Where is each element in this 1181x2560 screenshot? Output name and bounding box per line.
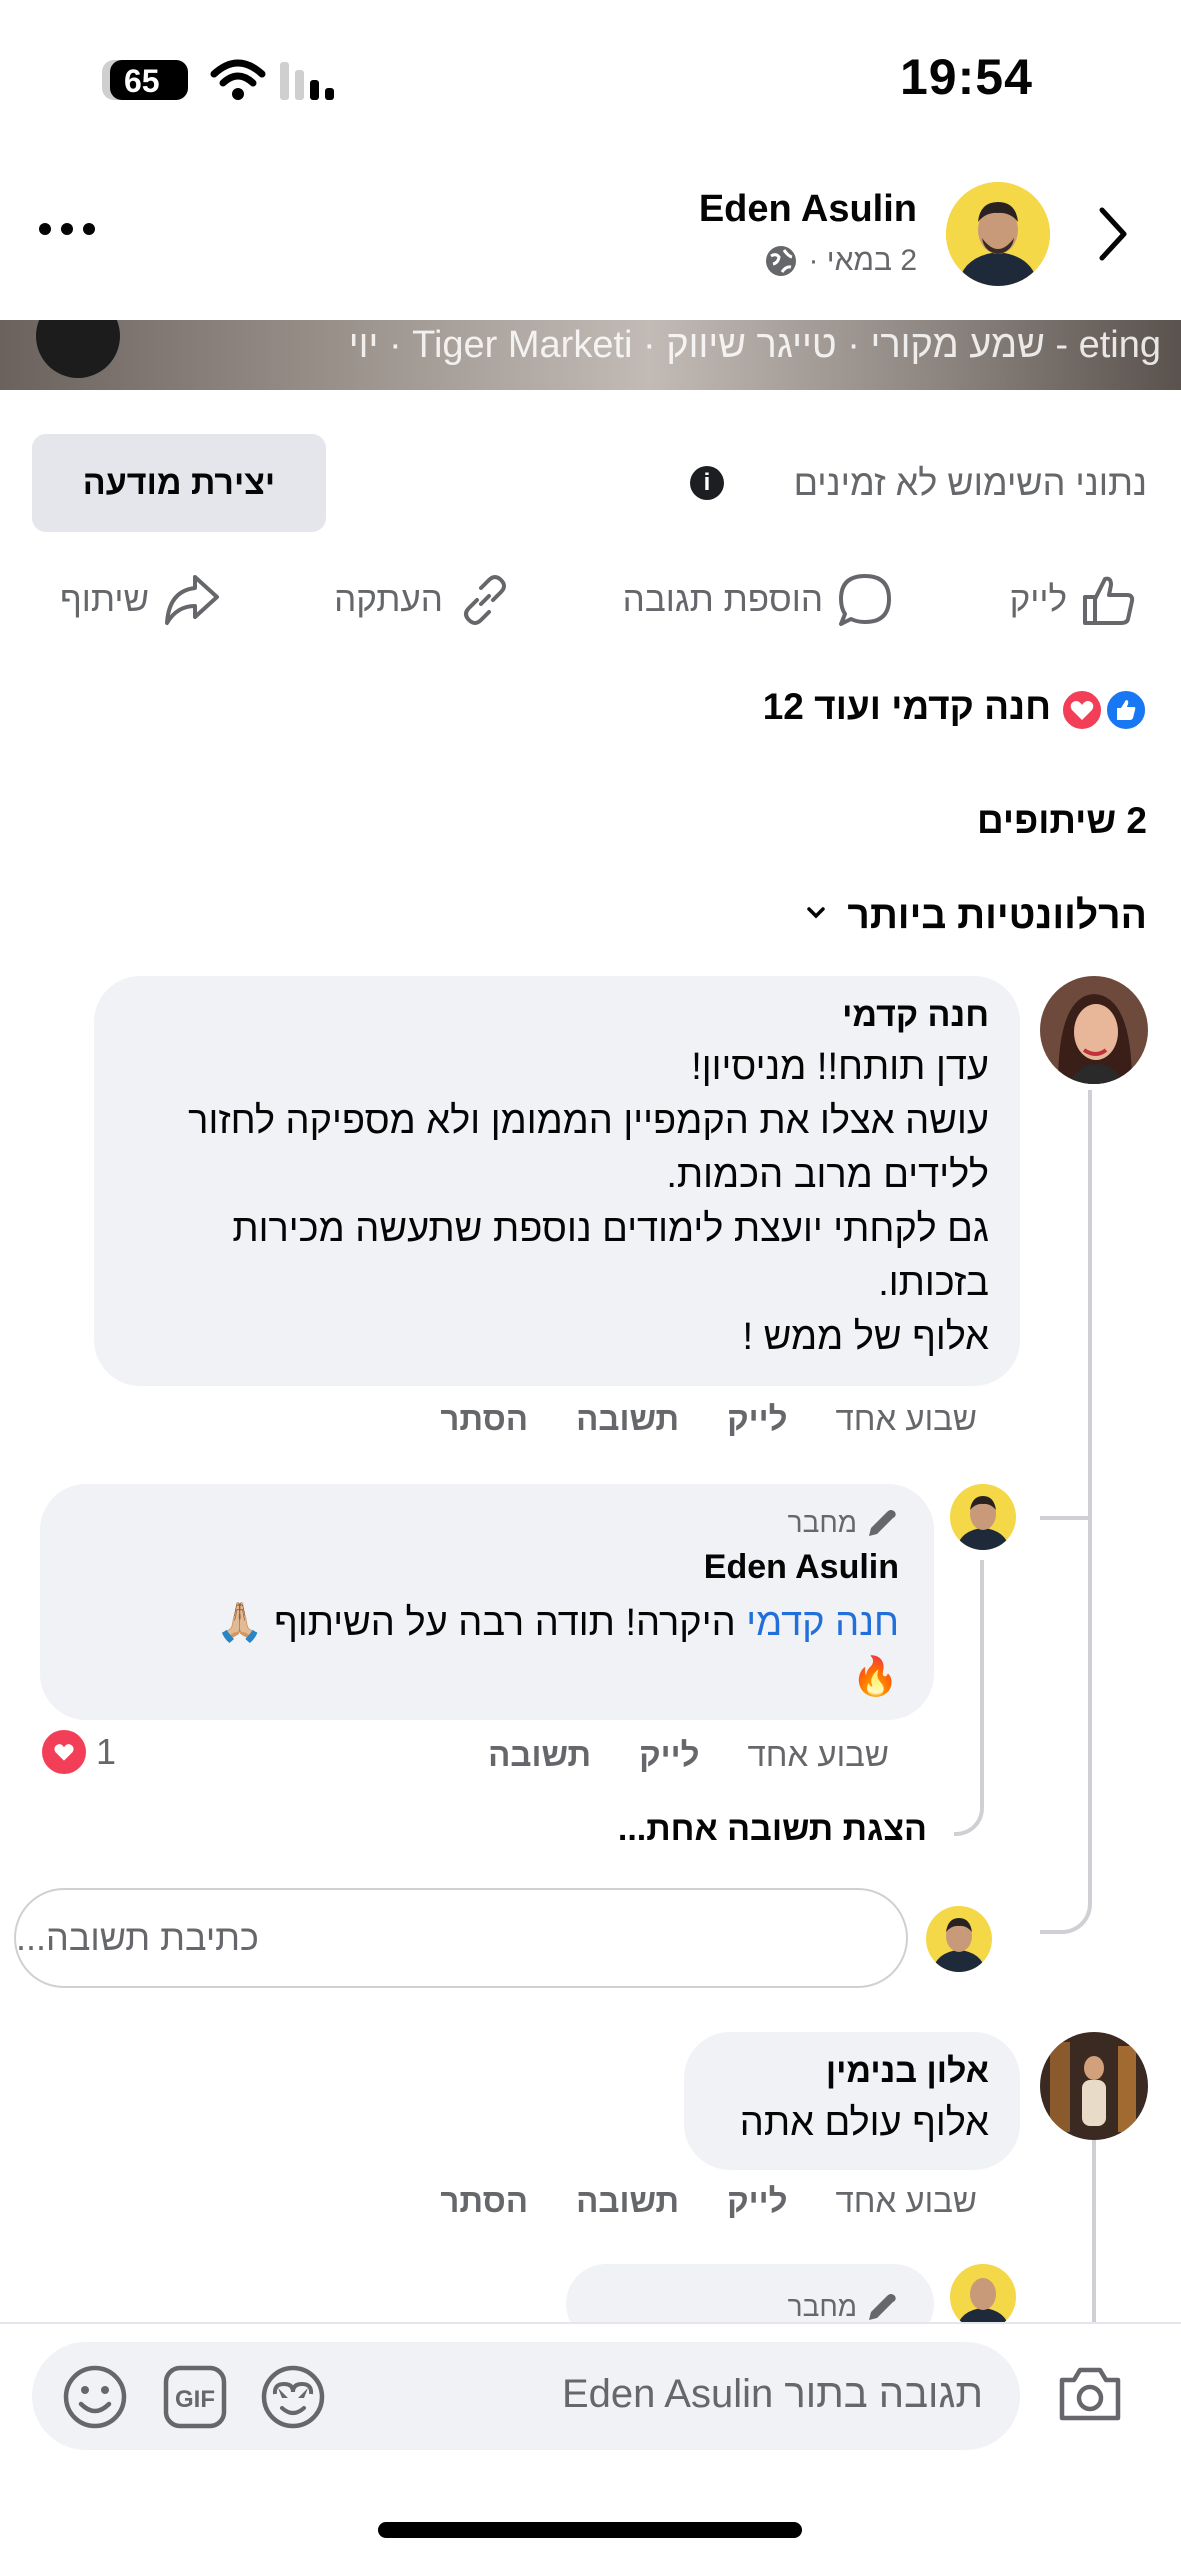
- signal-icon: [280, 62, 334, 100]
- comment-line: עדן תותח!! מניסיון!: [691, 1046, 989, 1088]
- like-reaction-icon: [1104, 688, 1148, 732]
- avatar-sticker-icon[interactable]: [260, 2364, 326, 2430]
- share-label: שיתוף: [59, 580, 149, 619]
- like-button[interactable]: לייק: [1010, 570, 1137, 630]
- commenter-name-2[interactable]: אלון בנימין: [826, 2052, 989, 2091]
- play-control[interactable]: [36, 320, 120, 378]
- comment-hide-button[interactable]: הסתר: [440, 2182, 528, 2220]
- post-date: 2 במאי ·: [764, 244, 917, 278]
- author-badge-2: מחבר: [788, 2290, 899, 2324]
- create-ad-button[interactable]: יצירת מודעה: [32, 434, 326, 532]
- commenter-avatar-2[interactable]: [1040, 2032, 1148, 2140]
- reply-input-placeholder: כתיבת תשובה...: [16, 1917, 259, 1958]
- comment-like-button[interactable]: לייק: [727, 1400, 787, 1438]
- insights-unavailable-text: נתוני השימוש לא זמינים: [793, 462, 1147, 503]
- reply-meta: שבוע אחד לייק תשובה: [488, 1736, 889, 1774]
- author-badge-label: מחבר: [787, 2291, 857, 2322]
- thumbs-up-icon: [1083, 576, 1135, 625]
- current-user-avatar: [926, 1906, 992, 1972]
- thread-branch: [1040, 1440, 1092, 1520]
- thread-connector-2: [1092, 2140, 1096, 2322]
- love-reaction-icon: [42, 1730, 86, 1774]
- shares-count[interactable]: 2 שיתופים: [977, 800, 1147, 842]
- mention-link[interactable]: חנה קדמי: [746, 1602, 899, 1644]
- reply-emoji: 🔥: [851, 1656, 899, 1698]
- pencil-icon: [869, 1510, 896, 1536]
- comment-meta: שבוע אחד לייק תשובה הסתר: [440, 1400, 977, 1438]
- home-indicator[interactable]: [378, 2522, 802, 2538]
- comment-line: אלוף של ממש !: [742, 1316, 989, 1358]
- video-caption: יוי · Tiger Marketi · שמע מקורי · טייגר …: [348, 324, 1161, 366]
- comment-line: בזכותו.: [878, 1262, 989, 1304]
- composer-placeholder: תגובה בתור Eden Asulin: [561, 2372, 983, 2416]
- comment-meta-2: שבוע אחד לייק תשובה הסתר: [440, 2182, 977, 2220]
- reply-input[interactable]: כתיבת תשובה...: [14, 1888, 908, 1988]
- view-more-replies[interactable]: הצגת תשובה אחת...: [618, 1810, 927, 1849]
- emoji-icon[interactable]: [62, 2364, 128, 2430]
- globe-icon: [766, 246, 797, 276]
- share-button[interactable]: שיתוף: [60, 570, 221, 630]
- comment-label: הוספת תגובה: [622, 580, 823, 619]
- comment-button[interactable]: הוספת תגובה: [623, 570, 893, 630]
- comment-like-button[interactable]: לייק: [727, 2182, 787, 2220]
- link-icon: [464, 575, 506, 625]
- copy-link-button[interactable]: העתקה: [334, 570, 513, 630]
- comment-line: ללידים מרוב הכמות.: [666, 1154, 989, 1196]
- comment-sort-label[interactable]: הרלוונטיות ביותר: [847, 894, 1147, 938]
- pencil-icon: [869, 2294, 896, 2320]
- camera-icon[interactable]: [1056, 2364, 1124, 2424]
- comment-bubble-icon: [839, 574, 891, 626]
- svg-text:GIF: GIF: [175, 2386, 215, 2413]
- author-badge-label: מחבר: [787, 1507, 857, 1538]
- post-author-name[interactable]: Eden Asulin: [699, 188, 917, 231]
- chevron-right-icon[interactable]: [1096, 206, 1130, 262]
- author-avatar[interactable]: [946, 182, 1050, 286]
- reply-reply-button[interactable]: תשובה: [488, 1736, 591, 1774]
- reply-thread-connector: [954, 1560, 984, 1836]
- comment-time[interactable]: שבוע אחד: [835, 1400, 977, 1438]
- love-reaction-icon: [1060, 688, 1104, 732]
- comment-reply-button[interactable]: תשובה: [576, 1400, 679, 1438]
- reply-author-name[interactable]: Eden Asulin: [704, 1548, 899, 1587]
- comment-time[interactable]: שבוע אחד: [835, 2182, 977, 2220]
- comment-line: גם לקחתי יועצת לימודים נוספת שתעשה מכירו…: [232, 1208, 989, 1250]
- like-label: לייק: [1009, 580, 1067, 619]
- battery-indicator: 65: [102, 60, 188, 100]
- reply-time[interactable]: שבוע אחד: [747, 1736, 889, 1774]
- share-arrow-icon: [165, 575, 219, 625]
- info-icon[interactable]: i: [690, 466, 724, 500]
- comment-reply-button[interactable]: תשובה: [576, 2182, 679, 2220]
- author-badge: מחבר: [788, 1506, 899, 1540]
- comment-line: עושה אצלו את הקמפיין הממומן ולא מספיקה ל…: [188, 1100, 989, 1142]
- more-options-icon[interactable]: [38, 222, 96, 236]
- reply-text: חנה קדמי היקרה! תודה רבה על השיתוף 🙏🏼 🔥: [59, 1596, 899, 1704]
- reply-reactions[interactable]: 1: [42, 1730, 116, 1774]
- wifi-icon: [210, 59, 266, 100]
- gif-icon[interactable]: GIF: [162, 2364, 228, 2430]
- video-preview[interactable]: יוי · Tiger Marketi · שמע מקורי · טייגר …: [0, 320, 1181, 390]
- battery-level: 65: [124, 63, 160, 99]
- reply-reaction-count: 1: [96, 1731, 117, 1772]
- status-time: 19:54: [900, 49, 1033, 105]
- reply-author-avatar-2[interactable]: [950, 2264, 1016, 2330]
- reply-author-avatar[interactable]: [950, 1484, 1016, 1550]
- commenter-name[interactable]: חנה קדמי: [842, 996, 989, 1035]
- comment-text: עדן תותח!! מניסיון! עושה אצלו את הקמפיין…: [109, 1040, 989, 1364]
- comment-hide-button[interactable]: הסתר: [440, 1400, 528, 1438]
- comment-text-2: אלוף עולם אתה: [739, 2102, 989, 2144]
- commenter-avatar[interactable]: [1040, 976, 1148, 1084]
- copy-label: העתקה: [334, 580, 443, 619]
- chevron-down-icon[interactable]: [806, 906, 826, 920]
- reply-text-body: היקרה! תודה רבה על השיתוף 🙏🏼: [216, 1602, 747, 1644]
- post-date-text: 2 במאי ·: [808, 244, 917, 277]
- reply-like-button[interactable]: לייק: [639, 1736, 699, 1774]
- reactions-summary[interactable]: חנה קדמי ועוד 12: [763, 686, 1051, 728]
